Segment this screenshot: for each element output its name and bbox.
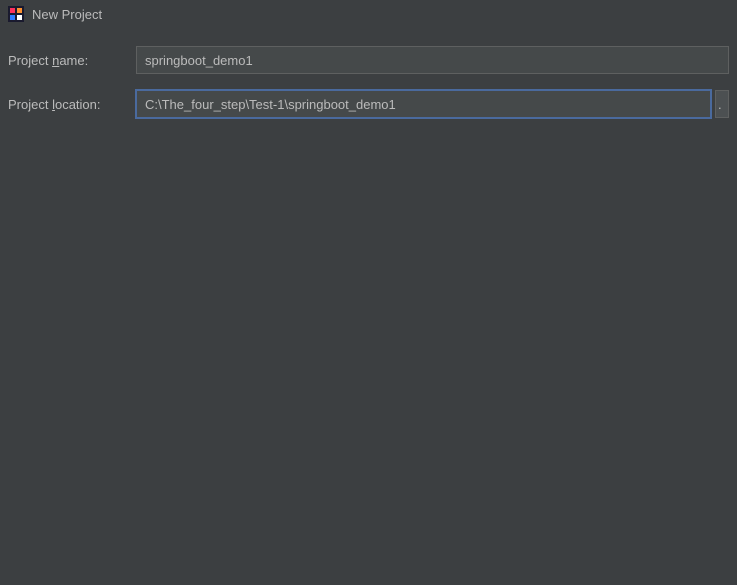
project-name-row: Project name: [8,46,729,74]
project-location-label: Project location: [8,97,124,112]
form-area: Project name: Project location: . [0,28,737,118]
project-location-row: Project location: . [8,90,729,118]
project-name-input[interactable] [136,46,729,74]
window-title: New Project [32,7,102,22]
project-name-label: Project name: [8,53,124,68]
app-icon [8,6,24,22]
project-location-input[interactable] [136,90,711,118]
browse-button[interactable]: . [715,90,729,118]
titlebar: New Project [0,0,737,28]
